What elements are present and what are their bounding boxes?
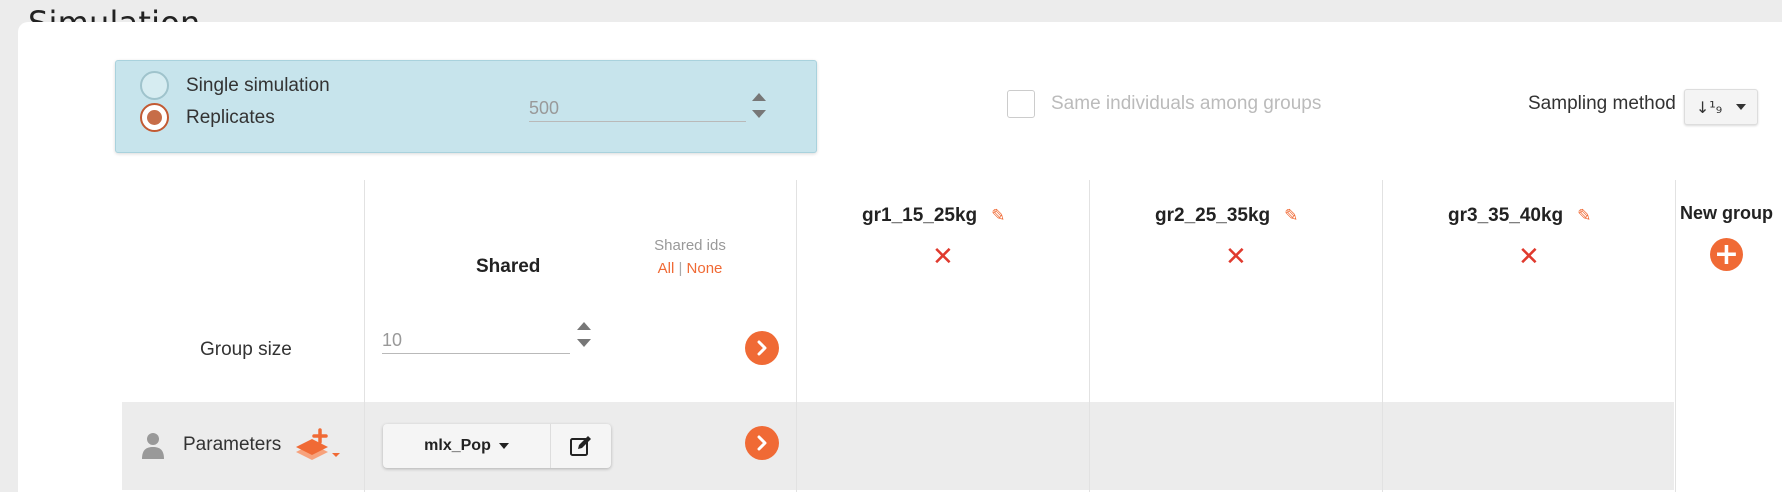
- layers-add-icon[interactable]: [292, 426, 344, 466]
- delete-group-icon[interactable]: ✕: [1225, 244, 1247, 270]
- radio-replicates[interactable]: Replicates: [140, 103, 275, 132]
- decrement-icon[interactable]: [577, 339, 591, 347]
- parameters-label: Parameters: [183, 434, 282, 455]
- column-divider: [1675, 180, 1676, 492]
- replicates-input[interactable]: [529, 98, 746, 122]
- sampling-method-dropdown[interactable]: ↓¹₉: [1684, 89, 1758, 125]
- column-divider: [1089, 180, 1090, 492]
- add-group-icon[interactable]: +: [1710, 238, 1743, 271]
- group-header-gr1: gr1_15_25kg ✎: [862, 205, 1005, 227]
- radio-button[interactable]: [140, 71, 169, 100]
- shared-ids-all-link[interactable]: All: [658, 260, 675, 277]
- column-divider: [796, 180, 797, 492]
- population-selector-group: mlx_Pop: [383, 424, 611, 468]
- population-dropdown[interactable]: mlx_Pop: [383, 424, 551, 468]
- parameters-row: [122, 402, 1674, 490]
- population-dropdown-value: mlx_Pop: [424, 437, 491, 454]
- same-individuals-label: Same individuals among groups: [1051, 93, 1322, 114]
- group-size-stepper[interactable]: [577, 322, 591, 347]
- group-header-gr2: gr2_25_35kg ✎: [1155, 205, 1298, 227]
- edit-icon[interactable]: ✎: [1577, 206, 1591, 226]
- same-individuals-checkbox[interactable]: [1007, 90, 1035, 118]
- increment-icon[interactable]: [752, 93, 766, 101]
- person-icon: [142, 433, 164, 459]
- shared-ids-links: All | None: [640, 260, 740, 277]
- edit-icon[interactable]: ✎: [991, 206, 1005, 226]
- radio-label: Replicates: [186, 106, 275, 128]
- decrement-icon[interactable]: [752, 110, 766, 118]
- shared-column-title: Shared: [476, 256, 541, 277]
- replicates-stepper[interactable]: [752, 93, 766, 118]
- group-size-input[interactable]: [382, 330, 570, 354]
- column-divider: [364, 180, 365, 492]
- column-divider: [1382, 180, 1383, 492]
- group-name: gr2_25_35kg: [1155, 205, 1271, 226]
- group-name: gr3_35_40kg: [1448, 205, 1564, 226]
- shared-ids-label: Shared ids: [654, 237, 726, 254]
- group-name: gr1_15_25kg: [862, 205, 978, 226]
- shared-ids-none-link[interactable]: None: [687, 260, 723, 277]
- sort-numeric-icon: ↓¹₉: [1695, 97, 1723, 117]
- chevron-right-icon: [757, 340, 767, 356]
- apply-group-size-button[interactable]: [745, 331, 779, 365]
- delete-group-icon[interactable]: ✕: [932, 244, 954, 270]
- radio-button[interactable]: [140, 103, 169, 132]
- chevron-right-icon: [757, 435, 767, 451]
- link-separator: |: [678, 260, 683, 277]
- radio-label: Single simulation: [186, 74, 330, 96]
- increment-icon[interactable]: [577, 322, 591, 330]
- caret-down-icon: [498, 443, 509, 449]
- edit-icon[interactable]: ✎: [1284, 206, 1298, 226]
- simulation-mode-box: Single simulation Replicates: [115, 60, 817, 153]
- sampling-method-label: Sampling method: [1528, 93, 1676, 114]
- group-header-gr3: gr3_35_40kg ✎: [1448, 205, 1591, 227]
- caret-down-icon: [1736, 104, 1747, 110]
- same-individuals-option[interactable]: Same individuals among groups: [1007, 90, 1321, 118]
- radio-single-simulation[interactable]: Single simulation: [140, 71, 330, 100]
- apply-parameters-button[interactable]: [745, 426, 779, 460]
- group-size-label: Group size: [200, 339, 292, 360]
- edit-population-button[interactable]: [551, 424, 611, 468]
- edit-icon: [570, 436, 591, 456]
- delete-group-icon[interactable]: ✕: [1518, 244, 1540, 270]
- new-group-label: New group: [1680, 203, 1773, 223]
